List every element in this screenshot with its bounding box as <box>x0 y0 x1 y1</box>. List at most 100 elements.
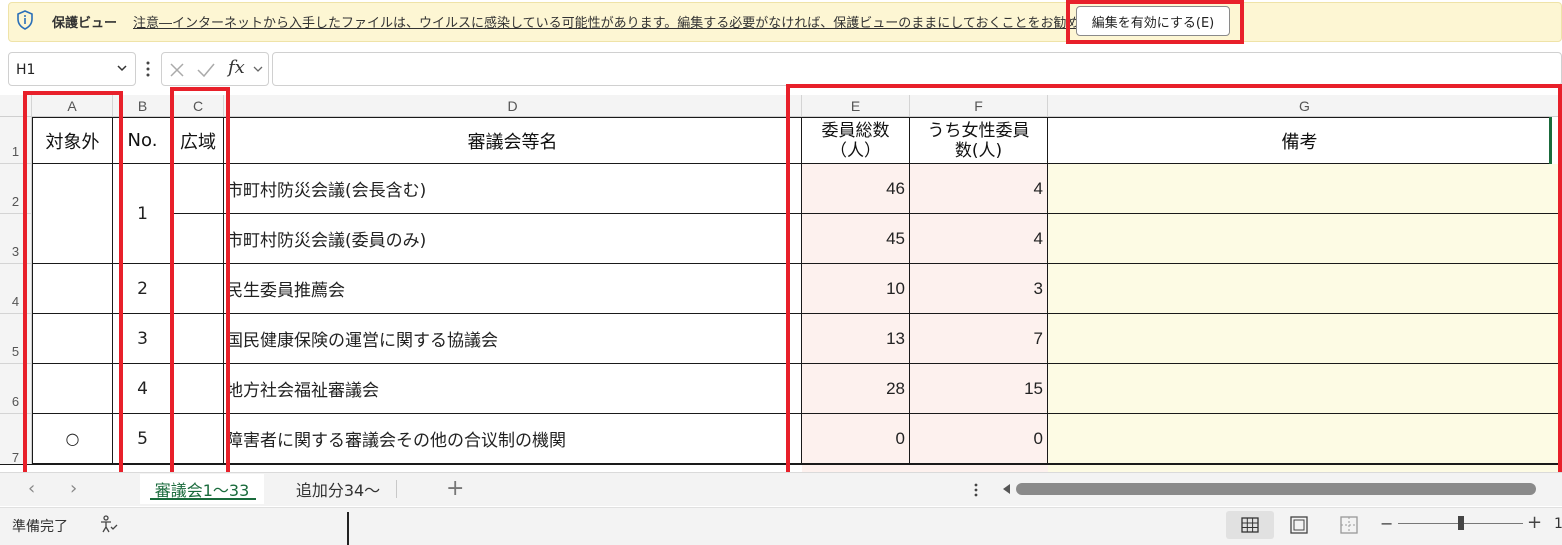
cell-f6[interactable]: 15 <box>910 364 1048 414</box>
header-cell-remarks[interactable]: 備考 <box>1048 117 1552 164</box>
status-bar <box>0 507 1562 545</box>
shield-info-icon <box>17 10 33 30</box>
cell-f5[interactable]: 7 <box>910 314 1048 364</box>
more-options-icon[interactable] <box>973 482 979 498</box>
cell-a6[interactable] <box>32 364 113 414</box>
row-8-fill-yellow <box>1048 465 1562 472</box>
row-header-7[interactable]: 7 <box>0 414 32 470</box>
header-total-line2: （人） <box>830 140 881 161</box>
page-layout-view-icon[interactable] <box>1290 516 1308 534</box>
cell-e4[interactable]: 10 <box>802 264 910 314</box>
cell-d6[interactable]: 地方社会福祉審議会 <box>224 364 802 414</box>
cell-g2[interactable] <box>1048 164 1562 214</box>
accessibility-icon[interactable] <box>98 514 118 534</box>
cell-a2[interactable] <box>32 164 113 264</box>
zoom-in-button[interactable]: + <box>1527 512 1542 533</box>
header-female-line2: 数(人) <box>954 140 1003 161</box>
tab-divider <box>396 480 397 498</box>
row-8-fill-pink <box>802 465 1048 472</box>
cell-c2[interactable] <box>173 164 224 214</box>
cell-g5[interactable] <box>1048 314 1562 364</box>
cell-b4[interactable]: 2 <box>113 264 173 314</box>
cell-e7[interactable]: 0 <box>802 414 910 464</box>
cell-c3[interactable] <box>173 214 224 264</box>
insert-function-button[interactable]: fx <box>228 57 245 78</box>
cell-f2[interactable]: 4 <box>910 164 1048 214</box>
cell-f3[interactable]: 4 <box>910 214 1048 264</box>
cell-b2-merged[interactable]: 1 <box>113 164 173 264</box>
row-header-4[interactable]: 4 <box>0 264 32 314</box>
name-box-value: H1 <box>16 62 36 78</box>
header-female-line1: うち女性委員 <box>927 120 1030 141</box>
cell-a5[interactable] <box>32 314 113 364</box>
close-icon[interactable] <box>168 61 186 79</box>
column-header-d[interactable]: D <box>224 95 802 117</box>
cell-b5[interactable]: 3 <box>113 314 173 364</box>
column-header-e[interactable]: E <box>802 95 910 117</box>
grid-view-icon <box>1241 517 1259 533</box>
tab-scroll-left-icon[interactable]: ‹ <box>28 478 35 499</box>
column-header-f[interactable]: F <box>910 95 1048 117</box>
column-header-a[interactable]: A <box>32 95 113 117</box>
cell-g3[interactable] <box>1048 214 1562 264</box>
column-header-b[interactable]: B <box>113 95 173 117</box>
header-cell-excluded[interactable]: 対象外 <box>32 117 113 164</box>
row-header-1[interactable]: 1 <box>0 117 32 164</box>
column-header-g[interactable]: G <box>1048 95 1562 117</box>
zoom-level[interactable]: 1 <box>1554 516 1562 532</box>
cell-c4[interactable] <box>173 264 224 314</box>
scroll-left-arrow-icon[interactable] <box>1003 484 1010 494</box>
horizontal-scroll-thumb[interactable] <box>1016 483 1536 495</box>
tab-scroll-right-icon[interactable]: › <box>70 478 77 499</box>
cell-c6[interactable] <box>173 364 224 414</box>
formula-input[interactable] <box>272 52 1562 86</box>
row-header-6[interactable]: 6 <box>0 364 32 414</box>
cell-g4[interactable] <box>1048 264 1562 314</box>
cell-b6[interactable]: 4 <box>113 364 173 414</box>
header-cell-council-name[interactable]: 審議会等名 <box>224 117 802 164</box>
cell-e2[interactable]: 46 <box>802 164 910 214</box>
cell-e3[interactable]: 45 <box>802 214 910 264</box>
cell-d2[interactable]: 市町村防災会議(会長含む) <box>224 164 802 214</box>
cell-c5[interactable] <box>173 314 224 364</box>
cell-g6[interactable] <box>1048 364 1562 414</box>
add-sheet-button[interactable]: + <box>446 476 464 501</box>
selected-cell-indicator <box>1549 117 1552 164</box>
chevron-down-icon[interactable] <box>252 64 264 74</box>
page-break-view-icon[interactable] <box>1340 516 1358 534</box>
more-options-icon[interactable] <box>144 60 152 78</box>
row-header-5[interactable]: 5 <box>0 314 32 364</box>
cell-g7[interactable] <box>1048 414 1562 464</box>
status-divider <box>347 512 349 545</box>
cell-e5[interactable]: 13 <box>802 314 910 364</box>
zoom-slider-thumb[interactable] <box>1458 516 1464 530</box>
cell-d3[interactable]: 市町村防災会議(委員のみ) <box>224 214 802 264</box>
header-cell-female-members[interactable]: うち女性委員 数(人) <box>910 117 1048 164</box>
cell-d5[interactable]: 国民健康保険の運営に関する協議会 <box>224 314 802 364</box>
cell-d4[interactable]: 民生委員推薦会 <box>224 264 802 314</box>
status-ready-text: 準備完了 <box>12 519 68 535</box>
sheet-tab-additional[interactable]: 追加分34～ <box>278 474 398 504</box>
chevron-down-icon[interactable] <box>116 62 128 74</box>
header-cell-total-members[interactable]: 委員総数 （人） <box>802 117 910 164</box>
select-all-corner[interactable] <box>0 95 32 117</box>
cell-f7[interactable]: 0 <box>910 414 1048 464</box>
zoom-out-button[interactable]: − <box>1380 514 1393 533</box>
cell-b7[interactable]: 5 <box>113 414 173 464</box>
row-header-3[interactable]: 3 <box>0 214 32 264</box>
cell-a4[interactable] <box>32 264 113 314</box>
active-tab-underline <box>150 498 256 500</box>
header-total-line1: 委員総数 <box>821 120 890 141</box>
cell-e6[interactable]: 28 <box>802 364 910 414</box>
row-header-2[interactable]: 2 <box>0 164 32 214</box>
cell-a7[interactable]: ○ <box>32 414 113 464</box>
column-header-c[interactable]: C <box>173 95 224 117</box>
header-cell-wide-area[interactable]: 広域 <box>173 117 224 164</box>
protected-view-message[interactable]: 注意―インターネットから入手したファイルは、ウイルスに感染している可能性がありま… <box>133 12 1130 31</box>
cell-d7[interactable]: 障害者に関する審議会その他の合议制の機関 <box>224 414 802 464</box>
checkmark-icon[interactable] <box>196 61 216 79</box>
cell-c7[interactable] <box>173 414 224 464</box>
cell-f4[interactable]: 3 <box>910 264 1048 314</box>
header-cell-number[interactable]: No. <box>113 117 173 164</box>
enable-editing-button[interactable]: 編集を有効にする(E) <box>1076 6 1230 36</box>
